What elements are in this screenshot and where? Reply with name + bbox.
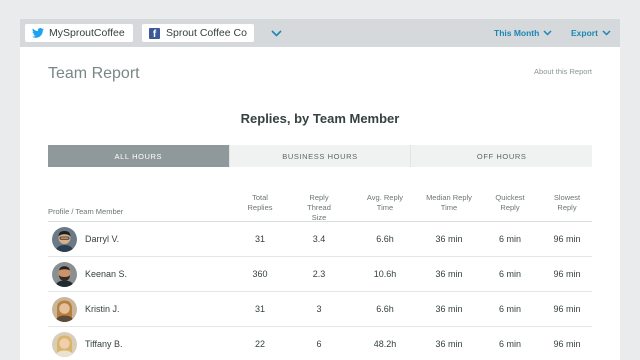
column-header-total-replies[interactable]: Total Replies: [244, 193, 276, 213]
hours-tab-bar: ALL HOURS BUSINESS HOURS OFF HOURS: [48, 145, 592, 167]
profile-chip-twitter-label: MySproutCoffee: [49, 27, 125, 39]
table-row[interactable]: Tiffany B. 22 6 48.2h 36 min 6 min 96 mi…: [48, 327, 592, 360]
median-reply-time-cell: 36 min: [435, 339, 463, 349]
column-header-line: Avg. Reply: [366, 193, 404, 202]
quickest-reply-cell: 6 min: [498, 234, 521, 244]
total-replies-cell: 31: [254, 234, 265, 244]
total-replies-cell: 31: [254, 304, 265, 314]
total-replies-cell: 360: [252, 269, 268, 279]
date-range-dropdown[interactable]: This Month: [494, 26, 552, 40]
table-header: Profile / Team Member Total Replies Repl…: [48, 193, 592, 222]
column-header-line: Slowest: [553, 193, 581, 202]
chevron-down-icon: [602, 30, 611, 36]
column-header-slowest-reply[interactable]: Slowest Reply: [546, 193, 588, 213]
avatar: [52, 297, 77, 322]
column-header-line: Time: [376, 203, 394, 212]
tab-business-hours[interactable]: BUSINESS HOURS: [228, 145, 411, 167]
column-header-line: Time: [440, 203, 458, 212]
profile-chip-facebook[interactable]: f Sprout Coffee Co: [142, 24, 254, 42]
column-header-quickest-reply[interactable]: Quickest Reply: [489, 193, 531, 213]
thread-size-cell: 6: [316, 339, 322, 349]
column-header-line: Reply: [500, 203, 520, 212]
avg-reply-time-cell: 6.6h: [376, 304, 394, 314]
member-name: Darryl V.: [85, 234, 120, 244]
column-header-avg-reply-time[interactable]: Avg. Reply Time: [362, 193, 408, 213]
slowest-reply-cell: 96 min: [553, 339, 581, 349]
member-name: Tiffany B.: [85, 339, 123, 349]
quickest-reply-cell: 6 min: [498, 304, 521, 314]
avatar: [52, 332, 77, 357]
avatar: [52, 262, 77, 287]
table-row[interactable]: Darryl V. 31 3.4 6.6h 36 min 6 min 96 mi…: [48, 222, 592, 257]
slowest-reply-cell: 96 min: [553, 234, 581, 244]
facebook-icon: f: [148, 27, 161, 40]
profile-chip-facebook-label: Sprout Coffee Co: [166, 27, 247, 39]
median-reply-time-cell: 36 min: [435, 234, 463, 244]
section-title: Replies, by Team Member: [240, 111, 400, 126]
median-reply-time-cell: 36 min: [435, 269, 463, 279]
profile-dropdown-button[interactable]: [269, 26, 283, 40]
tab-all-hours[interactable]: ALL HOURS: [48, 145, 229, 167]
member-name: Keenan S.: [85, 269, 128, 279]
column-header-median-reply-time[interactable]: Median Reply Time: [422, 193, 476, 213]
quickest-reply-cell: 6 min: [498, 269, 521, 279]
thread-size-cell: 3: [316, 304, 322, 314]
column-header-line: Replies: [247, 203, 273, 212]
chevron-down-icon: [543, 30, 552, 36]
column-header-line: Reply Thread: [307, 193, 331, 212]
member-name: Kristin J.: [85, 304, 120, 314]
profile-chip-twitter[interactable]: MySproutCoffee: [25, 24, 133, 42]
avatar: [52, 227, 77, 252]
column-header-line: Quickest: [495, 193, 525, 202]
thread-size-cell: 3.4: [312, 234, 326, 244]
slowest-reply-cell: 96 min: [553, 304, 581, 314]
column-header-line: Median Reply: [426, 193, 472, 202]
about-report-link[interactable]: About this Report: [534, 67, 592, 76]
page-title: Team Report: [48, 65, 140, 82]
column-header-thread-size[interactable]: Reply Thread Size: [297, 193, 341, 223]
date-range-label: This Month: [494, 28, 540, 38]
export-label: Export: [571, 28, 598, 38]
median-reply-time-cell: 36 min: [435, 304, 463, 314]
thread-size-cell: 2.3: [312, 269, 326, 279]
slowest-reply-cell: 96 min: [553, 269, 581, 279]
profile-toolbar: MySproutCoffee f Sprout Coffee Co This M…: [20, 19, 620, 47]
column-header-line: Total: [252, 193, 268, 202]
table-row[interactable]: Kristin J. 31 3 6.6h 36 min 6 min 96 min: [48, 292, 592, 327]
column-header-line: Reply: [557, 203, 577, 212]
total-replies-cell: 22: [254, 339, 265, 349]
column-header-member: Profile / Team Member: [48, 207, 124, 216]
tab-off-hours[interactable]: OFF HOURS: [410, 145, 592, 167]
avg-reply-time-cell: 6.6h: [376, 234, 394, 244]
chevron-down-icon: [270, 29, 282, 37]
twitter-bird-icon: [31, 27, 44, 40]
avg-reply-time-cell: 48.2h: [373, 339, 397, 349]
report-panel: Team Report About this Report Replies, b…: [20, 47, 620, 360]
quickest-reply-cell: 6 min: [498, 339, 521, 349]
table-row[interactable]: Keenan S. 360 2.3 10.6h 36 min 6 min 96 …: [48, 257, 592, 292]
export-dropdown[interactable]: Export: [571, 26, 611, 40]
avg-reply-time-cell: 10.6h: [373, 269, 397, 279]
